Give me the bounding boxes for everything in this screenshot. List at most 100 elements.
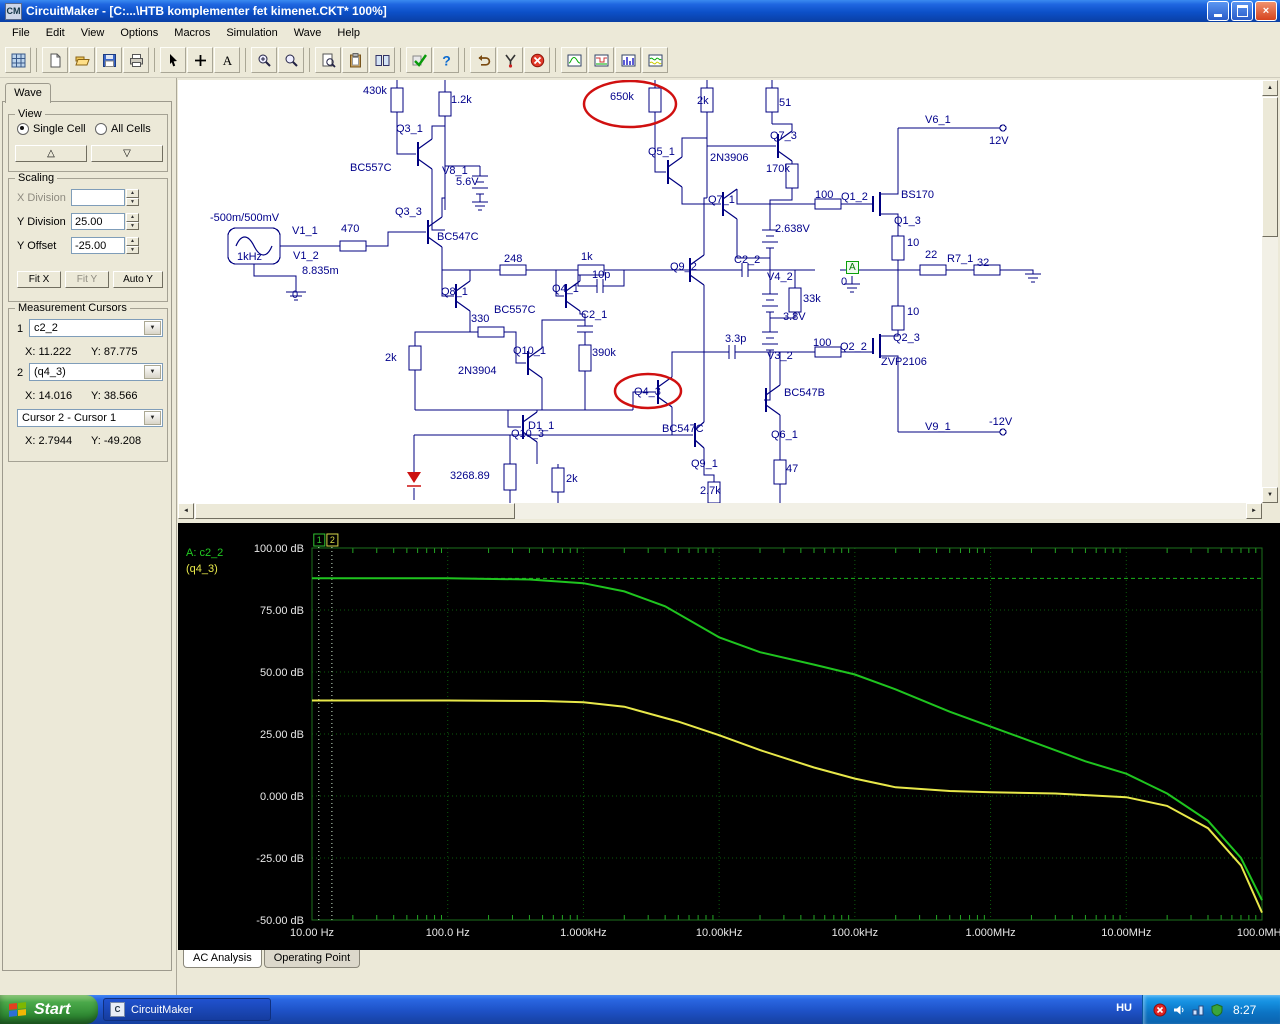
schematic-label[interactable]: Q1_3 [894, 216, 921, 227]
schematic-label[interactable]: 1kHz [237, 252, 262, 263]
schematic-label[interactable]: V4_2 [767, 272, 793, 283]
y-division-input[interactable] [71, 213, 125, 230]
scale-up-button[interactable]: △ [15, 145, 87, 162]
alert-icon[interactable] [1153, 1003, 1167, 1017]
scale-down-button[interactable]: ▽ [91, 145, 163, 162]
paste-button[interactable] [342, 47, 368, 73]
bode-plot[interactable]: 1 2 100.00 dB 75.00 dB 50.00 dB 25.00 dB 0.000… [178, 523, 1280, 950]
open-file-button[interactable] [69, 47, 95, 73]
schematic-label[interactable]: 330 [471, 314, 489, 325]
cursor2-signal-combo[interactable]: (q4_3) ▼ [29, 363, 163, 381]
chevron-down-icon[interactable]: ▼ [144, 365, 161, 379]
fit-x-button[interactable]: Fit X [17, 271, 61, 288]
schematic-label[interactable]: -500m/500mV [210, 213, 279, 224]
text-tool-button[interactable]: A [214, 47, 240, 73]
split-view-button[interactable] [369, 47, 395, 73]
schematic-label[interactable]: V9_1 [925, 422, 951, 433]
schematic-label[interactable]: 170k [766, 164, 790, 175]
schematic-label[interactable]: BC557C [494, 305, 536, 316]
schematic-horizontal-scrollbar[interactable]: ◄ ► [178, 503, 1262, 519]
run-check-button[interactable] [406, 47, 432, 73]
y-offset-input[interactable] [71, 237, 125, 254]
schematic-label[interactable]: Q1_2 [841, 192, 868, 203]
cursor1-signal-combo[interactable]: c2_2 ▼ [29, 319, 163, 337]
schematic-label[interactable]: R7_1 [947, 254, 973, 265]
schematic-label[interactable]: 10p [592, 270, 610, 281]
tab-wave[interactable]: Wave [5, 83, 51, 103]
schematic-label[interactable]: BC547C [437, 232, 479, 243]
y-division-spinner[interactable]: ▲ ▼ [126, 213, 139, 230]
language-indicator[interactable]: HU [1116, 1002, 1132, 1014]
spin-down-icon[interactable]: ▼ [126, 221, 139, 230]
schematic-label[interactable]: 1.2k [451, 95, 472, 106]
scope-dual-button[interactable] [642, 47, 668, 73]
schematic-label[interactable]: Q5_1 [648, 147, 675, 158]
schematic-label[interactable]: C2_1 [581, 310, 607, 321]
schematic-label[interactable]: V1_2 [293, 251, 319, 262]
schematic-label[interactable]: 8.835m [302, 266, 339, 277]
scroll-down-icon[interactable]: ▼ [1262, 487, 1278, 503]
chevron-down-icon[interactable]: ▼ [144, 321, 161, 335]
schematic-label[interactable]: 47 [786, 464, 798, 475]
schematic-label[interactable]: Q4_1 [552, 284, 579, 295]
waveform-chart[interactable]: 1 2 100.00 dB 75.00 dB 50.00 dB 25.00 dB 0.000… [178, 523, 1280, 950]
schematic-canvas[interactable]: 430k 1.2k 650k 2k 51 Q3_1 BC557C V8_1 5.6V Q5_1 2N… [178, 80, 1262, 503]
x-division-input[interactable] [71, 189, 125, 206]
schematic-label[interactable]: V1_1 [292, 226, 318, 237]
schematic-label[interactable]: Q9_1 [691, 459, 718, 470]
schematic-label[interactable]: Q4_3 [634, 387, 661, 398]
minimize-button[interactable] [1207, 1, 1229, 21]
schematic-label[interactable]: Q10_3 [511, 429, 544, 440]
schematic-label[interactable]: BC547B [784, 388, 825, 399]
menu-item-wave[interactable]: Wave [286, 24, 330, 42]
schematic-label[interactable]: 430k [363, 86, 387, 97]
schematic-label[interactable]: ZVP2106 [881, 357, 927, 368]
probe-button[interactable] [497, 47, 523, 73]
menu-item-view[interactable]: View [73, 24, 113, 42]
schematic-label[interactable]: Q7_3 [770, 131, 797, 142]
search-document-button[interactable] [315, 47, 341, 73]
menu-item-help[interactable]: Help [329, 24, 368, 42]
fit-y-button[interactable]: Fit Y [65, 271, 109, 288]
schematic-label[interactable]: 2.7k [700, 486, 721, 497]
menu-item-options[interactable]: Options [112, 24, 166, 42]
schematic-label[interactable]: 22 [925, 250, 937, 261]
tab-operating-point[interactable]: Operating Point [263, 950, 361, 968]
schematic-label[interactable]: 32 [977, 258, 989, 269]
schematic-label[interactable]: 2k [566, 474, 578, 485]
schematic-label[interactable]: V3_2 [767, 351, 793, 362]
schematic-label[interactable]: C2_2 [734, 255, 760, 266]
chevron-down-icon[interactable]: ▼ [144, 411, 161, 425]
schematic-label[interactable]: Q6_1 [771, 430, 798, 441]
taskbar-clock[interactable]: 8:27 [1233, 1003, 1256, 1017]
schematic-label[interactable]: Q2_2 [840, 342, 867, 353]
schematic-label[interactable]: Q8_1 [441, 287, 468, 298]
volume-icon[interactable] [1172, 1003, 1186, 1017]
schematic-label[interactable]: Q3_3 [395, 207, 422, 218]
schematic-label[interactable]: -12V [989, 417, 1012, 428]
undo-button[interactable] [470, 47, 496, 73]
menu-item-macros[interactable]: Macros [166, 24, 218, 42]
schematic-label[interactable]: 100 [815, 190, 833, 201]
schematic-label[interactable]: 470 [341, 224, 359, 235]
vertical-scroll-thumb[interactable] [1262, 97, 1278, 237]
schematic-label[interactable]: 3.3p [725, 334, 746, 345]
schematic-label[interactable]: 2N3906 [710, 153, 749, 164]
schematic-label[interactable]: 51 [779, 98, 791, 109]
schematic-vertical-scrollbar[interactable]: ▲ ▼ [1262, 80, 1278, 503]
radio-single-cell[interactable]: Single Cell [17, 123, 86, 135]
menu-item-edit[interactable]: Edit [38, 24, 73, 42]
spin-up-icon[interactable]: ▲ [126, 213, 139, 222]
schematic-label[interactable]: 10 [907, 307, 919, 318]
auto-y-button[interactable]: Auto Y [113, 271, 163, 288]
schematic-label[interactable]: 0 [841, 277, 847, 288]
close-button[interactable]: × [1255, 1, 1277, 21]
add-part-button[interactable] [187, 47, 213, 73]
schematic-label[interactable]: 0 [292, 290, 298, 301]
zoom-button[interactable] [278, 47, 304, 73]
schematic-label[interactable]: 650k [610, 92, 634, 103]
shield-icon[interactable] [1210, 1003, 1224, 1017]
spin-up-icon[interactable]: ▲ [126, 237, 139, 246]
schematic-label[interactable]: BC557C [350, 163, 392, 174]
network-icon[interactable] [1191, 1003, 1205, 1017]
